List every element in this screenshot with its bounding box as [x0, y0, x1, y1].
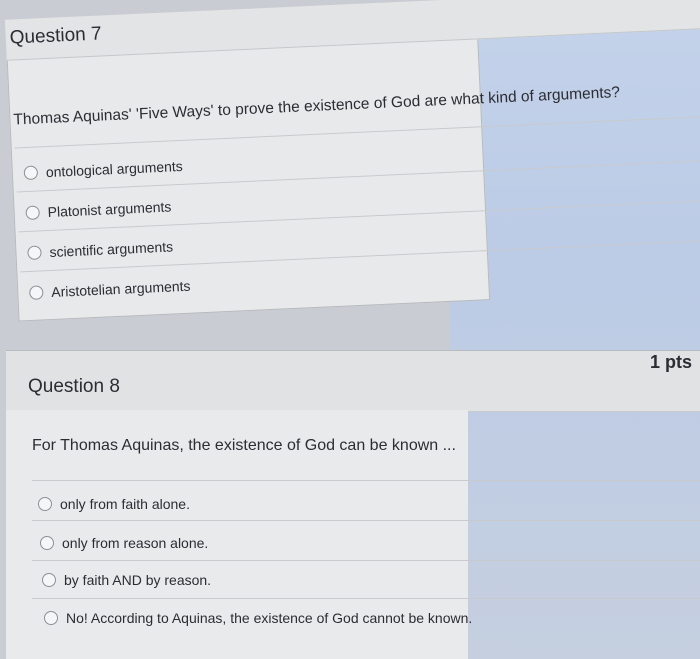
q8-option-1[interactable]: only from faith alone.: [38, 496, 190, 512]
question-8-title: Question 8: [28, 376, 120, 397]
divider: [32, 598, 700, 599]
question-8-points: 1 pts: [649, 352, 692, 372]
option-label: only from reason alone.: [62, 535, 209, 551]
divider: [32, 560, 700, 561]
divider: [32, 480, 700, 481]
q8-option-2[interactable]: only from reason alone.: [40, 535, 208, 551]
q8-option-3[interactable]: by faith AND by reason.: [42, 572, 211, 588]
radio-button[interactable]: [42, 573, 56, 587]
divider: [32, 520, 700, 521]
question-8-card: Question 8 1 pts For Thomas Aquinas, the…: [0, 0, 700, 659]
radio-button[interactable]: [40, 536, 54, 550]
option-label: by faith AND by reason.: [64, 572, 212, 588]
radio-button[interactable]: [44, 611, 58, 625]
q8-option-4[interactable]: No! According to Aquinas, the existence …: [44, 610, 472, 626]
radio-button[interactable]: [38, 497, 52, 511]
option-label: only from faith alone.: [60, 496, 190, 512]
option-label: No! According to Aquinas, the existence …: [66, 610, 473, 626]
question-8-text: For Thomas Aquinas, the existence of God…: [32, 437, 456, 454]
